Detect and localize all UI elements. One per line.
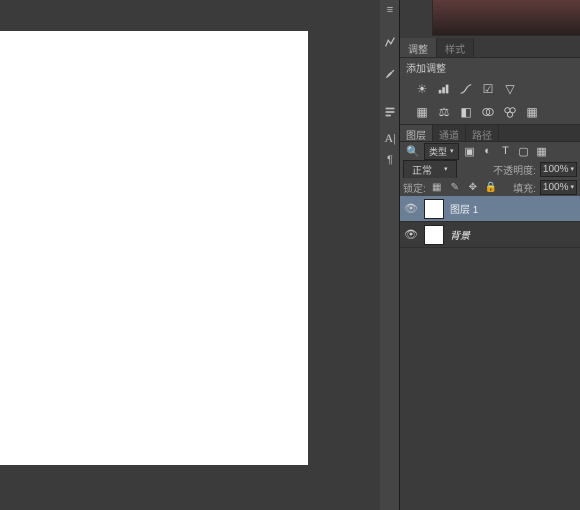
- brush-icon[interactable]: [380, 64, 400, 84]
- layer-name-label[interactable]: 背景: [450, 227, 470, 242]
- exposure-icon[interactable]: ☑: [480, 81, 496, 96]
- layer-list: 👁 图层 1 👁 背景: [400, 196, 580, 248]
- visibility-eye-icon[interactable]: 👁: [404, 228, 418, 241]
- lock-all-icon[interactable]: 🔒: [484, 180, 498, 194]
- character-icon[interactable]: A|: [380, 128, 400, 148]
- lock-transparency-icon[interactable]: ▦: [430, 180, 444, 194]
- layer-item[interactable]: 👁 背景: [400, 222, 580, 248]
- blend-mode-row: 正常 不透明度: 100%: [400, 160, 580, 178]
- layer-name-label[interactable]: 图层 1: [450, 201, 478, 216]
- paragraph-icon[interactable]: [380, 102, 400, 122]
- tab-paths[interactable]: 路径: [466, 125, 499, 141]
- lock-label: 锁定:: [403, 180, 426, 195]
- filter-type-icon[interactable]: T: [499, 144, 513, 158]
- layer-thumbnail[interactable]: [424, 225, 444, 245]
- bw-icon[interactable]: ◧: [458, 104, 474, 119]
- lock-position-icon[interactable]: ✥: [466, 180, 480, 194]
- adjustments-title: 添加调整: [400, 58, 580, 77]
- lock-row: 锁定: ▦ ✎ ✥ 🔒 填充: 100%: [400, 178, 580, 196]
- vibrance-icon[interactable]: ▽: [502, 81, 518, 96]
- brightness-icon[interactable]: ☀: [414, 81, 430, 96]
- color-balance-icon[interactable]: ⚖: [436, 104, 452, 119]
- tab-channels[interactable]: 通道: [433, 125, 466, 141]
- filter-shape-icon[interactable]: ▢: [517, 144, 531, 158]
- color-swatch-preview[interactable]: [432, 0, 580, 36]
- paragraph-mark-icon[interactable]: ¶: [380, 150, 400, 170]
- opacity-label: 不透明度:: [493, 162, 536, 177]
- hue-icon[interactable]: ▦: [414, 104, 430, 119]
- photo-filter-icon[interactable]: [480, 104, 496, 119]
- fill-value[interactable]: 100%: [540, 180, 577, 195]
- top-panel-tabs: 调整 样式: [400, 38, 580, 58]
- filter-type-dropdown[interactable]: 类型: [424, 143, 459, 160]
- lock-pixels-icon[interactable]: ✎: [448, 180, 462, 194]
- channel-mixer-icon[interactable]: [502, 104, 518, 119]
- tab-layers[interactable]: 图层: [400, 125, 433, 141]
- layers-panel-tabs: 图层 通道 路径: [400, 124, 580, 142]
- canvas[interactable]: [0, 31, 308, 465]
- tool-icon-1[interactable]: ≡: [380, 0, 400, 20]
- opacity-value[interactable]: 100%: [540, 162, 577, 177]
- vertical-tool-strip: ≡ A| ¶: [380, 0, 400, 510]
- layer-item[interactable]: 👁 图层 1: [400, 196, 580, 222]
- filter-pixel-icon[interactable]: ▣: [463, 144, 477, 158]
- layer-filter-row: 🔍 类型 ▣ ◐ T ▢ ▦: [400, 142, 580, 160]
- fill-label: 填充:: [513, 180, 536, 195]
- search-icon[interactable]: 🔍: [406, 144, 420, 158]
- tab-styles[interactable]: 样式: [437, 38, 474, 57]
- filter-adjustment-icon[interactable]: ◐: [481, 144, 495, 158]
- levels-icon[interactable]: [436, 81, 452, 96]
- tab-adjustments[interactable]: 调整: [400, 38, 437, 57]
- color-lookup-icon[interactable]: ▦: [524, 104, 540, 119]
- history-brush-icon[interactable]: [380, 32, 400, 52]
- filter-smart-icon[interactable]: ▦: [535, 144, 549, 158]
- layer-thumbnail[interactable]: [424, 199, 444, 219]
- blend-mode-select[interactable]: 正常: [403, 160, 457, 179]
- curves-icon[interactable]: [458, 81, 474, 96]
- visibility-eye-icon[interactable]: 👁: [404, 202, 418, 215]
